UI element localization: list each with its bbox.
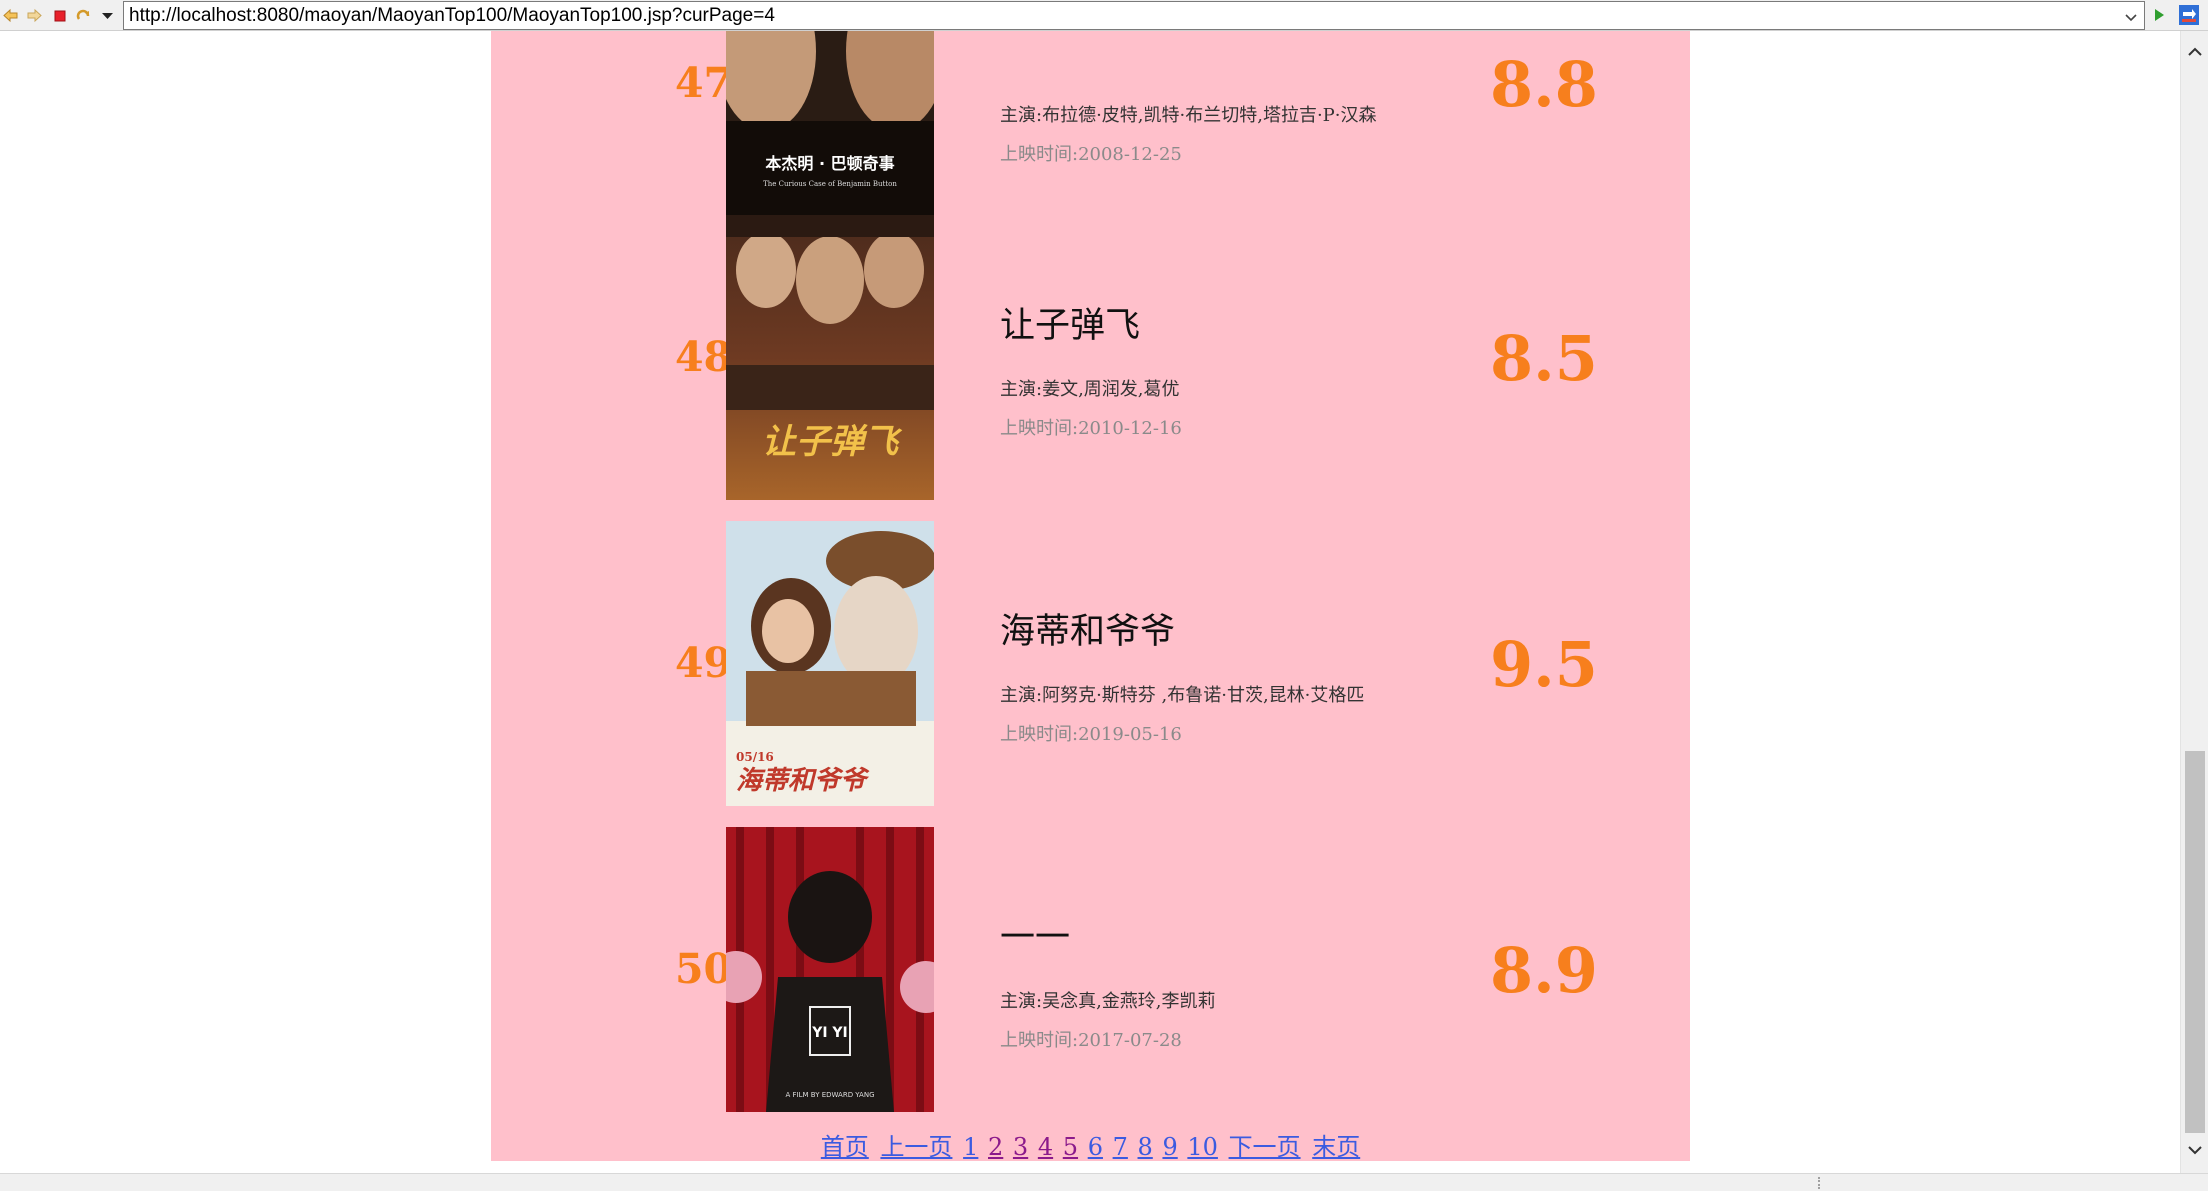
poster-title-text: 让子弹飞 [762, 422, 903, 462]
movie-release-date: 上映时间:2019-05-16 [1000, 724, 1182, 745]
forward-icon[interactable] [26, 7, 43, 24]
movie-title[interactable]: 海蒂和爷爷 [1000, 603, 1175, 654]
movie-poster[interactable]: 05/16 海蒂和爷爷 [726, 521, 934, 806]
movie-actors: 主演:吴念真,金燕玲,李凯莉 [1000, 991, 1216, 1012]
prev-page-link[interactable]: 上一页 [880, 1133, 952, 1161]
back-icon[interactable] [2, 7, 19, 24]
go-icon[interactable] [2150, 6, 2168, 24]
movie-release-date: 上映时间:2017-07-28 [1000, 1030, 1182, 1051]
poster-subtitle-text: A FILM BY EDWARD YANG [786, 1091, 875, 1099]
movie-score: 8.9 [1490, 934, 1598, 1007]
vertical-scrollbar[interactable] [2180, 31, 2208, 1173]
page-link-2[interactable]: 2 [988, 1133, 1003, 1161]
movie-rank: 49 [675, 639, 733, 687]
resize-grip-icon[interactable] [1818, 1177, 1824, 1189]
movie-rank: 50 [675, 945, 733, 993]
pagination: 首页 上一页 1 2 3 4 5 6 7 8 9 10 下一页 末页 [491, 1127, 1690, 1162]
poster-title-text: 本杰明 · 巴顿奇事 [765, 154, 894, 173]
page-link-10[interactable]: 10 [1187, 1133, 1218, 1161]
movie-release-date: 上映时间:2008-12-25 [1000, 144, 1182, 165]
refresh-icon[interactable] [75, 7, 92, 24]
scroll-up-icon[interactable] [2186, 43, 2204, 61]
switch-icon[interactable] [2178, 4, 2200, 26]
movie-item: 50 YI YI A FILM BY EDWARD YANG 一一 主演:吴念真… [491, 827, 1690, 1112]
movie-score: 9.5 [1490, 628, 1598, 701]
movie-rank: 48 [675, 333, 733, 381]
menu-icon[interactable] [99, 7, 116, 24]
movie-actors: 主演:阿努克·斯特芬 ,布鲁诺·甘茨,昆林·艾格匹 [1000, 685, 1365, 706]
page-link-1[interactable]: 1 [963, 1133, 978, 1161]
scrollbar-thumb[interactable] [2185, 751, 2205, 1133]
page-link-5[interactable]: 5 [1063, 1133, 1078, 1161]
address-bar[interactable]: http://localhost:8080/maoyan/MaoyanTop10… [123, 1, 2145, 30]
movie-title[interactable]: 一一 [1000, 909, 1070, 960]
movie-item: 48 让子弹飞 让子弹飞 主演:姜文,周润发,葛优 上映时间:2010-12-1… [491, 215, 1690, 500]
poster-subtitle-text: The Curious Case of Benjamin Button [763, 180, 897, 188]
movie-item: 49 05/16 海蒂和爷爷 海蒂和爷爷 主演:阿努克·斯特芬 ,布鲁诺·甘茨,… [491, 521, 1690, 806]
movie-score: 8.8 [1490, 48, 1598, 121]
page-link-3[interactable]: 3 [1013, 1133, 1028, 1161]
stop-icon[interactable] [52, 7, 69, 24]
poster-date-text: 05/16 [736, 750, 774, 764]
page-link-7[interactable]: 7 [1113, 1133, 1128, 1161]
last-page-link[interactable]: 末页 [1312, 1133, 1360, 1161]
movie-score: 8.5 [1490, 322, 1598, 395]
url-text[interactable]: http://localhost:8080/maoyan/MaoyanTop10… [129, 5, 775, 27]
browser-toolbar: http://localhost:8080/maoyan/MaoyanTop10… [0, 0, 2208, 31]
movie-actors: 主演:姜文,周润发,葛优 [1000, 379, 1180, 400]
page-link-4[interactable]: 4 [1038, 1133, 1053, 1161]
scroll-down-icon[interactable] [2186, 1141, 2204, 1159]
page-link-9[interactable]: 9 [1162, 1133, 1177, 1161]
first-page-link[interactable]: 首页 [821, 1133, 869, 1161]
page-link-6[interactable]: 6 [1088, 1133, 1103, 1161]
movie-item: 47 本杰明 · 巴顿奇事 The Curious Case of Benjam… [491, 31, 1690, 226]
next-page-link[interactable]: 下一页 [1229, 1133, 1301, 1161]
poster-title-text: YI YI [811, 1025, 848, 1041]
page-viewport: 47 本杰明 · 巴顿奇事 The Curious Case of Benjam… [0, 31, 2180, 1173]
dropdown-icon[interactable] [2124, 9, 2138, 23]
movie-release-date: 上映时间:2010-12-16 [1000, 418, 1182, 439]
poster-title-text: 海蒂和爷爷 [736, 766, 870, 796]
status-bar [0, 1173, 2208, 1191]
movie-actors: 主演:布拉德·皮特,凯特·布兰切特,塔拉吉·P·汉森 [1000, 105, 1377, 126]
movie-rank: 47 [675, 59, 733, 107]
page-link-8[interactable]: 8 [1138, 1133, 1153, 1161]
movie-title[interactable]: 让子弹飞 [1000, 297, 1140, 348]
movie-poster[interactable]: YI YI A FILM BY EDWARD YANG [726, 827, 934, 1112]
movie-list-container: 47 本杰明 · 巴顿奇事 The Curious Case of Benjam… [491, 31, 1690, 1161]
movie-poster[interactable]: 本杰明 · 巴顿奇事 The Curious Case of Benjamin … [726, 31, 934, 226]
movie-poster[interactable]: 让子弹飞 [726, 215, 934, 500]
